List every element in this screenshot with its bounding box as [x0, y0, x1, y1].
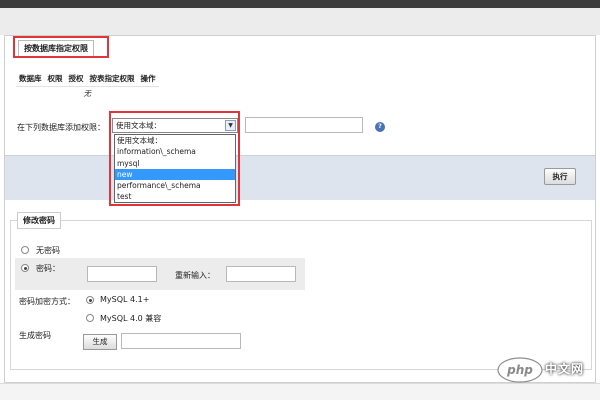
password-field[interactable] — [87, 266, 157, 282]
password-hashing-label: 密码加密方式： — [19, 297, 75, 306]
col-table-privileges: 按表指定权限 — [89, 74, 135, 84]
password-label: 密码： — [36, 264, 60, 273]
generate-password-label: 生成密码 — [19, 331, 51, 340]
hash-mysql40-radio[interactable] — [86, 314, 94, 322]
generate-button[interactable]: 生成 — [83, 334, 117, 350]
table-row: 无 — [16, 85, 159, 100]
password-radio[interactable] — [21, 264, 29, 272]
php-logo-text: php — [506, 363, 533, 377]
col-grant: 授权 — [68, 74, 84, 84]
hash-mysql41-radio[interactable] — [86, 296, 94, 304]
execute-button[interactable]: 执行 — [544, 168, 576, 185]
hash-mysql40-label: MySQL 4.0 兼容 — [100, 314, 162, 323]
highlight-box-dropdown — [109, 111, 240, 206]
change-password-legend: 修改密码 — [17, 212, 61, 229]
database-text-field[interactable] — [245, 117, 363, 133]
help-icon[interactable]: ? — [375, 122, 385, 132]
hash-mysql41-label: MySQL 4.1+ — [100, 295, 150, 304]
highlight-box-legend — [13, 36, 109, 58]
col-privileges: 权限 — [47, 74, 63, 84]
col-action: 操作 — [140, 74, 156, 84]
privileges-table: 数据库 权限 授权 按表指定权限 操作 无 — [16, 72, 159, 100]
no-password-radio[interactable] — [21, 246, 29, 254]
generated-password-field[interactable] — [121, 333, 241, 349]
action-band — [5, 155, 595, 200]
reenter-label: 重新输入： — [175, 271, 215, 280]
empty-cell: 无 — [16, 85, 159, 100]
top-bar — [0, 0, 600, 8]
col-database: 数据库 — [19, 74, 42, 84]
add-privileges-label: 在下列数据库添加权限： — [17, 123, 105, 132]
reenter-password-field[interactable] — [226, 266, 296, 282]
header-strip — [0, 8, 600, 35]
no-password-label: 无密码 — [36, 246, 60, 255]
table-header-row: 数据库 权限 授权 按表指定权限 操作 — [16, 72, 159, 86]
site-name-watermark: 中文网 — [545, 362, 585, 376]
